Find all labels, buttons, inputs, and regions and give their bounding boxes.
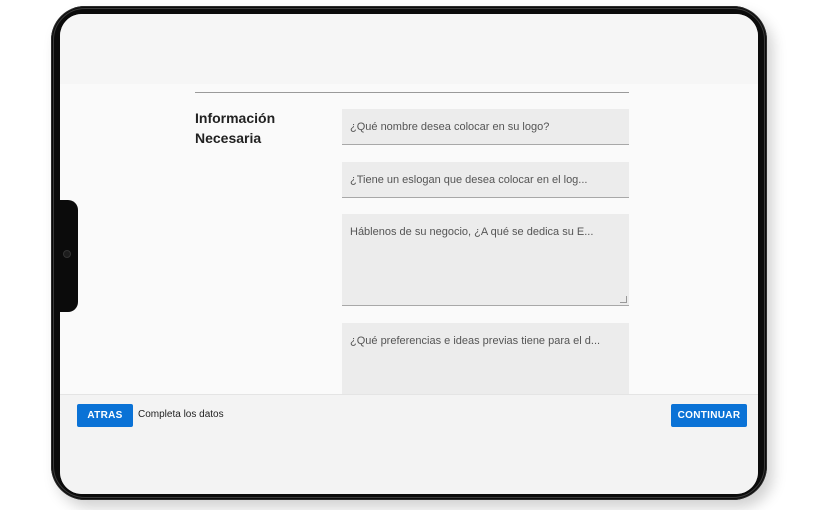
section-divider	[195, 92, 629, 93]
business-description-placeholder: Háblenos de su negocio, ¿A qué se dedica…	[350, 226, 594, 238]
screen-header-area	[60, 14, 758, 84]
resize-handle-icon[interactable]	[620, 296, 627, 303]
footer-status-text: Completa los datos	[138, 409, 224, 420]
logo-name-input[interactable]: ¿Qué nombre desea colocar en su logo?	[342, 109, 629, 145]
tablet-screen: Información Necesaria ¿Qué nombre desea …	[60, 14, 758, 494]
camera-icon	[63, 250, 71, 258]
section-title: Información Necesaria	[195, 110, 276, 146]
slogan-input[interactable]: ¿Tiene un eslogan que desea colocar en e…	[342, 162, 629, 198]
design-preferences-placeholder: ¿Qué preferencias e ideas previas tiene …	[350, 335, 601, 347]
back-button[interactable]: ATRAS	[77, 404, 133, 427]
continue-button[interactable]: CONTINUAR	[671, 404, 747, 427]
business-description-textarea[interactable]: Háblenos de su negocio, ¿A qué se dedica…	[342, 214, 629, 306]
